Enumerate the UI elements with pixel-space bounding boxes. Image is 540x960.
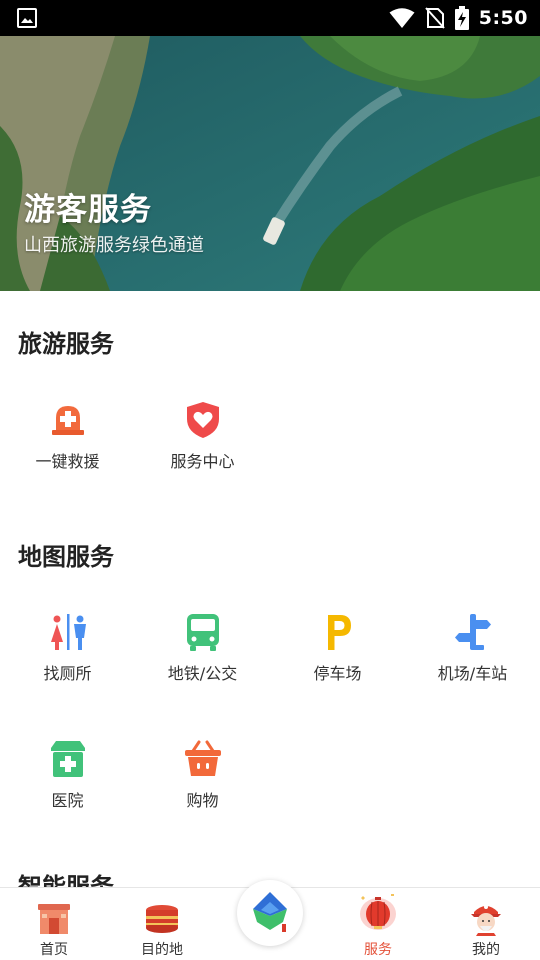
grid-item-label: 医院 (51, 791, 84, 810)
status-bar: 5:50 (0, 0, 540, 36)
signpost-icon (454, 614, 491, 650)
hero-banner: 游客服务 山西旅游服务绿色通道 (0, 36, 540, 291)
lantern-icon (360, 894, 396, 930)
grid-item-airport-station[interactable]: 机场/车站 (405, 612, 540, 712)
profile-mascot-icon (471, 905, 501, 936)
wifi-icon (389, 8, 415, 28)
grid-item-toilet[interactable]: 找厕所 (0, 612, 135, 712)
grid-item-label: 停车场 (313, 664, 362, 683)
grid-item-label: 找厕所 (43, 664, 92, 683)
hero-subtitle: 山西旅游服务绿色通道 (24, 235, 204, 256)
hospital-icon (50, 741, 85, 777)
nav-label: 首页 (40, 942, 68, 958)
hero-title: 游客服务 (24, 192, 152, 228)
heart-shield-icon (186, 402, 219, 438)
grid-item-label: 机场/车站 (437, 664, 508, 683)
section-title-travel: 旅游服务 (18, 330, 114, 358)
nav-label: 目的地 (141, 942, 183, 958)
grid-item-label: 服务中心 (170, 452, 235, 471)
shopping-basket-icon (184, 740, 221, 776)
nav-service[interactable]: 服务 (324, 888, 432, 960)
grid-item-rescue[interactable]: 一键救援 (0, 400, 135, 500)
grid-item-service-center[interactable]: 服务中心 (135, 400, 270, 500)
nav-destination[interactable]: 目的地 (108, 888, 216, 960)
toilet-icon (50, 614, 86, 650)
bottom-nav: 首页 目的地 服务 我的 (0, 880, 540, 960)
grid-item-bus[interactable]: 地铁/公交 (135, 612, 270, 712)
center-logo-button[interactable] (237, 880, 303, 946)
nav-label: 我的 (472, 942, 500, 958)
drum-icon (146, 905, 178, 933)
section-title-smart: 智能服务 (18, 873, 114, 887)
battery-charging-icon (454, 6, 469, 30)
grid-item-parking[interactable]: 停车场 (270, 612, 405, 712)
nav-label: 服务 (364, 942, 392, 958)
section-title-map: 地图服务 (18, 543, 114, 571)
bus-icon (186, 614, 219, 651)
grid-item-shopping[interactable]: 购物 (135, 739, 270, 839)
grid-item-label: 购物 (186, 791, 219, 810)
parking-icon (327, 615, 351, 650)
grid-item-hospital[interactable]: 医院 (0, 739, 135, 839)
no-sim-icon (424, 7, 445, 29)
grid-item-label: 一键救援 (35, 452, 100, 471)
clock: 5:50 (478, 7, 528, 29)
nav-home[interactable]: 首页 (0, 888, 108, 960)
gallery-icon (17, 8, 37, 28)
nav-mine[interactable]: 我的 (432, 888, 540, 960)
rescue-alarm-icon (51, 406, 84, 435)
home-gate-icon (38, 904, 70, 934)
grid-item-label: 地铁/公交 (167, 664, 238, 683)
center-logo-icon (253, 892, 287, 932)
